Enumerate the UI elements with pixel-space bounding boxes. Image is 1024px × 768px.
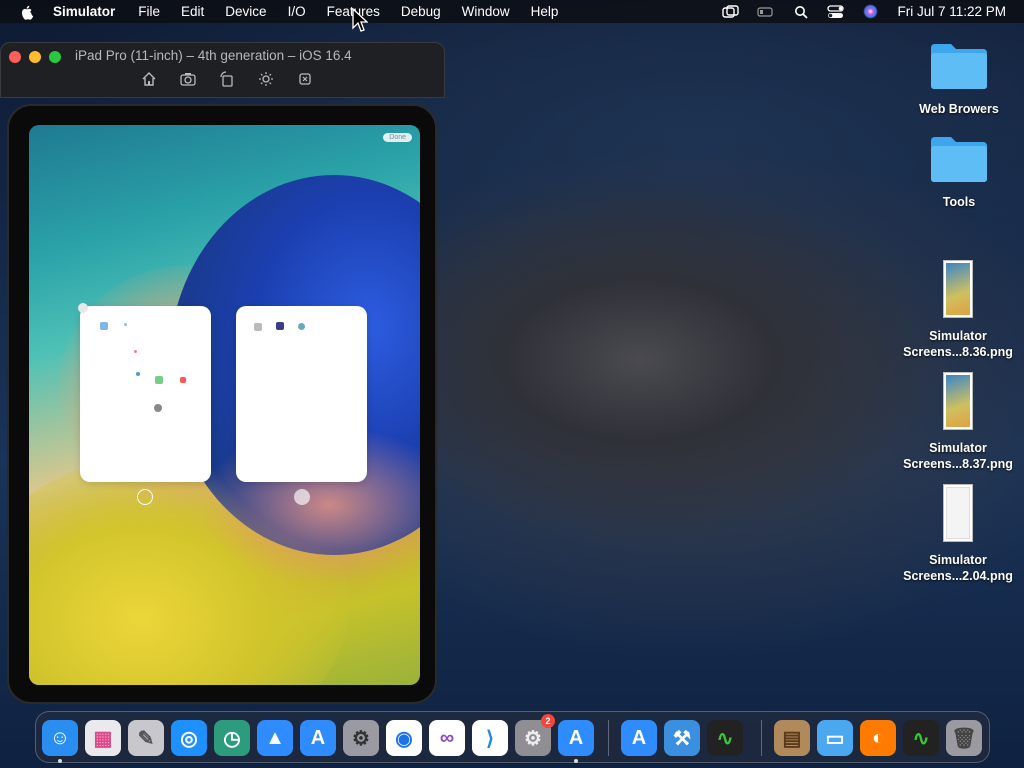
app-thumb-icon <box>124 323 127 326</box>
screenshot-icon[interactable] <box>180 71 196 87</box>
archive-dock-icon[interactable]: ▤ <box>774 720 810 756</box>
apple-logo-icon[interactable] <box>19 4 35 20</box>
time-machine-dock-icon[interactable]: ◷ <box>214 720 250 756</box>
finder-dock-icon[interactable]: ☺ <box>42 720 78 756</box>
folder-icon <box>931 44 987 89</box>
app-thumb-icon <box>154 404 162 412</box>
firefox-dock-icon[interactable]: ◐ <box>860 720 896 756</box>
simulator-window-title: iPad Pro (11-inch) – 4th generation – iO… <box>75 48 352 63</box>
activity-monitor-dock-icon[interactable]: ∿ <box>707 720 743 756</box>
menu-file[interactable]: File <box>138 4 160 19</box>
dock-separator <box>761 720 762 756</box>
siri-icon[interactable] <box>862 4 879 19</box>
downloads-folder-dock-icon[interactable]: ▭ <box>817 720 853 756</box>
menu-app-name[interactable]: Simulator <box>53 4 115 19</box>
chrome-dock-icon[interactable]: ◉ <box>386 720 422 756</box>
page-checkbox[interactable] <box>137 489 153 505</box>
desktop-file[interactable]: Simulator Screens...8.36.png <box>898 260 1018 360</box>
ipad-device-frame: Done <box>7 104 437 704</box>
app-thumb-icon <box>134 350 137 353</box>
appearance-icon[interactable] <box>258 71 274 87</box>
app-store-dock-icon[interactable]: A <box>300 720 336 756</box>
close-window-button[interactable] <box>9 51 21 63</box>
notification-badge: 2 <box>541 714 555 728</box>
ios-app-installer-dock-icon[interactable]: ▲ <box>257 720 293 756</box>
desktop-item-label: Simulator Screens...8.36.png <box>903 329 1013 359</box>
desktop-item-label: Simulator Screens...8.37.png <box>903 441 1013 471</box>
app-thumb-icon <box>180 377 186 383</box>
desktop-item-label: Web Browers <box>919 102 999 116</box>
script-editor-dock-icon[interactable]: ✎ <box>128 720 164 756</box>
app-thumb-icon <box>254 323 262 331</box>
control-center-icon[interactable] <box>827 4 845 19</box>
trash-dock-icon[interactable]: 🗑 <box>946 720 982 756</box>
desktop-folder[interactable]: Tools <box>899 133 1019 210</box>
running-indicator <box>574 759 578 763</box>
dock: ☺ ▦ ✎ ◎ ◷ ▲ A ⚙ ◉ ∞ ⟩ ⚙ 2 A A ⚒ ∿ ▤ ▭ ◐ ∿ 🗑 <box>35 711 990 763</box>
visual-studio-dock-icon[interactable]: ∞ <box>429 720 465 756</box>
home-icon[interactable] <box>141 71 157 87</box>
app-thumb-icon <box>100 322 108 330</box>
folder-icon <box>931 137 987 182</box>
screen-mirroring-icon[interactable] <box>722 4 740 19</box>
menu-device[interactable]: Device <box>225 4 266 19</box>
dock-separator <box>608 720 609 756</box>
simulator-toolbar <box>141 71 313 87</box>
menu-extras: Fri Jul 7 11:22 PM <box>722 0 1006 23</box>
ipad-screen[interactable]: Done <box>29 125 420 685</box>
app-thumb-icon <box>276 322 284 330</box>
home-page-thumbnail[interactable] <box>236 306 367 482</box>
simulator-window-toolbar: iPad Pro (11-inch) – 4th generation – iO… <box>0 42 445 98</box>
app-store-2-dock-icon[interactable]: A <box>621 720 657 756</box>
page-checkbox[interactable] <box>294 489 310 505</box>
vs-code-dock-icon[interactable]: ⟩ <box>472 720 508 756</box>
desktop-file[interactable]: Simulator Screens...2.04.png <box>898 484 1018 584</box>
menu-window[interactable]: Window <box>462 4 510 19</box>
running-indicator <box>58 759 62 763</box>
menu-io[interactable]: I/O <box>288 4 306 19</box>
remove-page-icon[interactable] <box>78 303 88 313</box>
menu-debug[interactable]: Debug <box>401 4 441 19</box>
rotate-icon[interactable] <box>219 71 235 87</box>
system-settings-dock-icon[interactable]: ⚙ 2 <box>515 714 555 756</box>
menu-edit[interactable]: Edit <box>181 4 204 19</box>
side-button-icon[interactable] <box>297 71 313 87</box>
image-file-thumbnail <box>943 260 973 318</box>
safari-dock-icon[interactable]: ◎ <box>171 720 207 756</box>
simulator-dock-icon[interactable]: A <box>558 720 594 756</box>
desktop-item-label: Tools <box>942 195 976 209</box>
activity-monitor-2-dock-icon[interactable]: ∿ <box>903 720 939 756</box>
app-thumb-icon <box>136 372 140 376</box>
mouse-pointer-icon <box>352 8 368 32</box>
zoom-window-button[interactable] <box>49 51 61 63</box>
automator-dock-icon[interactable]: ⚙ <box>343 720 379 756</box>
home-page-thumbnail[interactable] <box>80 306 211 482</box>
search-icon[interactable] <box>792 5 809 19</box>
desktop-item-label: Simulator Screens...2.04.png <box>903 553 1013 583</box>
desktop-file[interactable]: Simulator Screens...8.37.png <box>898 372 1018 472</box>
done-button[interactable]: Done <box>383 133 412 142</box>
image-file-thumbnail <box>943 484 973 542</box>
app-thumb-icon <box>298 323 305 330</box>
menu-bar: Simulator File Edit Device I/O Features … <box>0 0 1024 23</box>
xcode-dock-icon[interactable]: ⚒ <box>664 720 700 756</box>
menu-help[interactable]: Help <box>531 4 559 19</box>
desktop-folder[interactable]: Web Browers <box>899 40 1019 117</box>
menu-clock[interactable]: Fri Jul 7 11:22 PM <box>897 4 1006 19</box>
minimize-window-button[interactable] <box>29 51 41 63</box>
image-file-thumbnail <box>943 372 973 430</box>
app-thumb-icon <box>155 376 163 384</box>
battery-icon[interactable] <box>757 5 774 19</box>
launchpad-dock-icon[interactable]: ▦ <box>85 720 121 756</box>
